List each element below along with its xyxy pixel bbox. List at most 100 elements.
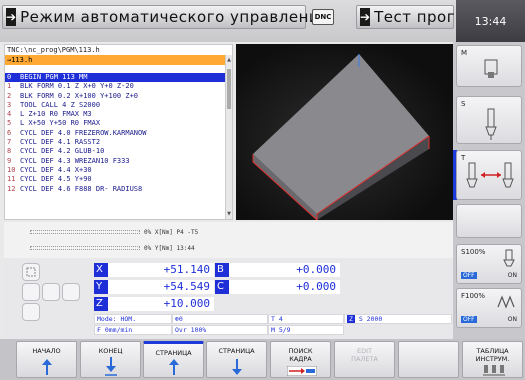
line-text: L X+50 Y+50 R0 FMAX: [20, 119, 101, 128]
machine-mode-tab[interactable]: ➔ Режим автоматического управления: [2, 5, 328, 29]
softkey-begin[interactable]: НАЧАЛО: [16, 341, 77, 378]
softkey-label: СТРАНИЦА: [218, 347, 255, 355]
tool-table-icon: [483, 365, 505, 376]
program-line[interactable]: 0 BEGIN PGM 113 MM: [5, 73, 227, 83]
f-override-label: F100%: [461, 292, 486, 300]
softkey-tool-table[interactable]: ТАБЛИЦА ИНСТРУМ.: [462, 341, 523, 378]
softkey-label: EDIT ПАЛЕТА: [351, 347, 378, 363]
axis-load-row-2: 0% Y[Nm] 13:44: [30, 241, 195, 255]
status-box-2[interactable]: [42, 283, 60, 301]
load-text-2: 0% Y[Nm] 13:44: [144, 244, 195, 252]
program-line[interactable]: 1 BLK FORM 0.1 Z X+0 Y+0 Z-20: [5, 82, 227, 91]
axis-z-row: Z +10.000: [94, 297, 214, 311]
status-box-1[interactable]: [22, 283, 40, 301]
line-text: BEGIN PGM 113 MM: [20, 73, 88, 81]
s-override-label: S100%: [461, 248, 486, 256]
softkey-label: КОНЕЦ: [98, 347, 123, 355]
f-override-off: OFF: [461, 316, 477, 323]
softkey-edit-pallet[interactable]: EDIT ПАЛЕТА: [334, 341, 395, 378]
override-cell: Ovr 100%: [172, 325, 268, 335]
line-text: BLK FORM 0.1 Z X+0 Y+0 Z-20: [20, 82, 134, 91]
spindle-axis-badge: Z: [347, 315, 355, 323]
m-function-cell: M 5/9: [268, 325, 344, 335]
load-text-1: 0% X[Nm] P4 -T5: [144, 228, 199, 236]
axis-c-value: +0.000: [229, 280, 340, 294]
softkey-end[interactable]: КОНЕЦ: [80, 341, 141, 378]
line-text: BLK FORM 0.2 X+100 Y+100 Z+0: [20, 91, 139, 100]
line-text: CYCL DEF 4.2 GLUB-10: [20, 147, 105, 156]
axis-b-label: B: [215, 263, 229, 277]
line-number: 10: [7, 165, 16, 174]
line-number: 3: [7, 100, 12, 109]
line-number: 1: [7, 82, 12, 91]
program-line[interactable]: 8 CYCL DEF 4.2 GLUB-10: [5, 147, 227, 156]
line-text: L Z+10 R0 FMAX M3: [20, 110, 92, 119]
spindle-button[interactable]: S: [456, 96, 522, 144]
reference-icon[interactable]: [22, 263, 40, 281]
m-function-icon: [484, 59, 498, 78]
s-override-off: OFF: [461, 272, 477, 279]
status-box-4[interactable]: [22, 303, 40, 321]
datum-cell: ⊕0: [172, 314, 268, 324]
softkey-bar: НАЧАЛО КОНЕЦ СТРАНИЦА СТРАНИЦА ПОИСК КАД…: [0, 339, 525, 380]
program-line[interactable]: 11 CYCL DEF 4.5 Y+90: [5, 175, 227, 184]
f-override-on: ON: [507, 316, 517, 323]
program-lines: 0 BEGIN PGM 113 MM 1 BLK FORM 0.1 Z X+0 Y+0…: [5, 73, 227, 194]
mode-arrow-icon: ➔: [6, 8, 17, 26]
axis-c-row: C +0.000: [215, 280, 340, 294]
line-number: 12: [7, 184, 16, 193]
load-bar-2: [30, 246, 140, 250]
status-icons: [4, 259, 92, 339]
softkey-label: ТАБЛИЦА ИНСТРУМ.: [475, 347, 510, 363]
line-text: CYCL DEF 4.0 FREZEROW.KARMANOW: [20, 128, 147, 137]
test-mode-tab[interactable]: ➔ Тест прогр.: [356, 5, 470, 29]
softkey-label: СТРАНИЦА: [155, 349, 192, 357]
program-line[interactable]: 4 L Z+10 R0 FMAX M3: [5, 110, 227, 119]
s-override-on: ON: [507, 272, 517, 279]
scroll-down-icon[interactable]: ▼: [226, 210, 232, 218]
scroll-thumb[interactable]: [227, 69, 231, 109]
m-function-button[interactable]: M: [456, 45, 522, 87]
program-line[interactable]: 5 L X+50 Y+50 R0 FMAX: [5, 119, 227, 128]
softkey-page-down[interactable]: СТРАНИЦА: [206, 341, 267, 378]
status-box-3[interactable]: [62, 283, 80, 301]
arrow-down-icon: [105, 357, 117, 376]
program-line[interactable]: 12 CYCL DEF 4.6 F888 DR- RADIUS8: [5, 185, 227, 194]
header-bar: ➔ Режим автоматического управления DNC ➔…: [0, 0, 525, 42]
spindle-cell: Z S 2000: [344, 314, 452, 324]
softkey-page-up[interactable]: СТРАНИЦА: [143, 341, 204, 378]
program-line[interactable]: 3 TOOL CALL 4 Z S2000: [5, 101, 227, 110]
line-number: 4: [7, 110, 12, 119]
empty-right-button[interactable]: [456, 204, 522, 238]
scroll-up-icon[interactable]: ▲: [226, 56, 232, 64]
program-line[interactable]: 9 CYCL DEF 4.3 WREZAN10 F333: [5, 157, 227, 166]
program-line[interactable]: 7 CYCL DEF 4.1 RASST2: [5, 138, 227, 147]
axis-z-label: Z: [94, 297, 108, 311]
program-scrollbar[interactable]: ▲ ▼: [225, 55, 232, 219]
program-line[interactable]: 6 CYCL DEF 4.0 FREZEROW.KARMANOW: [5, 129, 227, 138]
axis-y-value: +54.549: [108, 280, 214, 294]
machine-mode-title: Режим автоматического управления: [20, 8, 329, 26]
axis-x-label: X: [94, 263, 108, 277]
softkey-label: ПОИСК КАДРА: [288, 347, 313, 363]
tool-button[interactable]: T: [456, 150, 522, 200]
axis-x-row: X +51.140: [94, 263, 214, 277]
test-mode-arrow-icon: ➔: [360, 8, 371, 26]
softkey-block-scan[interactable]: ПОИСК КАДРА: [270, 341, 331, 378]
program-line[interactable]: 10 CYCL DEF 4.4 X+30: [5, 166, 227, 175]
axis-b-value: +0.000: [229, 263, 340, 277]
dnc-badge: DNC: [312, 9, 334, 25]
axis-x-value: +51.140: [108, 263, 214, 277]
workpiece-top-face: [253, 54, 429, 214]
arrow-up-icon: [42, 359, 52, 375]
feed-override-button[interactable]: F100% OFF ON: [456, 288, 522, 328]
spindle-override-button[interactable]: S100% OFF ON: [456, 244, 522, 284]
line-number: 8: [7, 147, 12, 156]
program-file-tab[interactable]: →113.h: [5, 55, 227, 65]
simulation-view[interactable]: [236, 44, 453, 221]
softkey-empty[interactable]: [398, 341, 459, 378]
status-area: 0% X[Nm] P4 -T5 0% Y[Nm] 13:44: [4, 222, 453, 258]
program-line[interactable]: 2 BLK FORM 0.2 X+100 Y+100 Z+0: [5, 92, 227, 101]
tool-cell: T 4: [268, 314, 344, 324]
softkey-label: НАЧАЛО: [32, 347, 61, 355]
